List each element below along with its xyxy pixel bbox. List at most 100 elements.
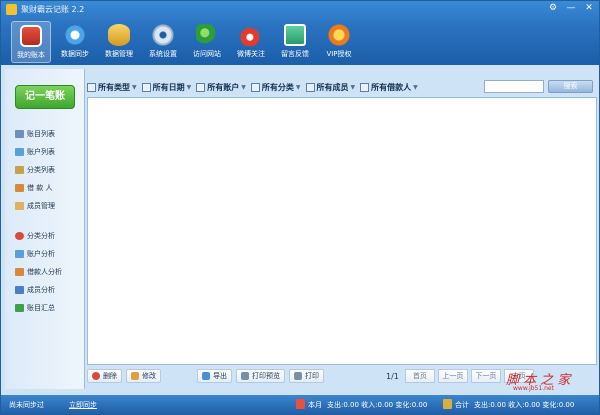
pie-chart-icon (15, 232, 24, 240)
member-icon (15, 202, 24, 210)
sidebar-item-category-analysis[interactable]: 分类分析 (5, 227, 85, 245)
summary-icon (15, 304, 24, 312)
gear-icon (152, 24, 174, 46)
sidebar-item-label: 账户列表 (27, 148, 55, 156)
edit-icon (131, 372, 139, 380)
sidebar-item-borrower-analysis[interactable]: 借款人分析 (5, 263, 85, 281)
filter-label: 所有类型 (98, 82, 130, 92)
printer-icon (294, 372, 302, 380)
sidebar-item-label: 账户分析 (27, 250, 55, 258)
toolbar-vip-license[interactable]: VIP授权 (319, 21, 359, 63)
filter-category-dropdown[interactable]: 所有分类 ▼ (250, 80, 301, 94)
search-input[interactable] (484, 80, 544, 93)
record-entry-button[interactable]: 记一笔账 (15, 85, 75, 109)
status-bar: 尚未同步过 立即同步 本月 支出:0.00 收入:0.00 变化:0.00 合计… (1, 395, 599, 414)
toolbar-label: 数据同步 (61, 50, 89, 58)
month-label: 本月 (308, 401, 322, 409)
chevron-down-icon: ▼ (295, 83, 301, 91)
entries-list[interactable] (87, 97, 597, 365)
sidebar-item-label: 借 款 人 (27, 184, 53, 192)
toolbar-data-sync[interactable]: 数据同步 (55, 21, 95, 63)
type-icon (87, 82, 96, 92)
sidebar-analysis-group: 分类分析 账户分析 借款人分析 成员分析 账目汇总 (5, 227, 85, 317)
watermark-url: www.jb51.net (513, 385, 554, 392)
borrower-chart-icon (15, 268, 24, 276)
sync-icon (64, 24, 86, 46)
ledger-icon (20, 25, 42, 47)
toolbar-visit-website[interactable]: 访问网站 (187, 21, 227, 63)
export-icon (202, 372, 210, 380)
button-label: 修改 (142, 372, 156, 380)
filter-label: 所有账户 (207, 82, 240, 92)
borrower-icon (360, 82, 370, 92)
print-preview-button[interactable]: 打印预览 (236, 369, 285, 383)
filter-account-dropdown[interactable]: 所有账户 ▼ (196, 80, 246, 94)
database-icon (108, 24, 130, 46)
weibo-icon (240, 24, 262, 46)
chevron-down-icon: ▼ (350, 83, 356, 91)
filter-borrower-dropdown[interactable]: 所有借款人 ▼ (360, 80, 418, 94)
button-label: 导出 (213, 372, 227, 380)
skin-settings-icon[interactable]: ⚙ (547, 3, 559, 14)
message-icon (284, 24, 306, 46)
month-summary: 支出:0.00 收入:0.00 变化:0.00 (327, 401, 428, 409)
toolbar-data-manage[interactable]: 数据管理 (99, 21, 139, 63)
edit-button[interactable]: 修改 (126, 369, 161, 383)
sidebar-item-borrowers[interactable]: 借 款 人 (5, 179, 85, 197)
chevron-down-icon: ▼ (413, 83, 418, 91)
button-label: 打印预览 (252, 372, 280, 380)
sidebar-item-label: 借款人分析 (27, 268, 62, 276)
toolbar-label: VIP授权 (326, 50, 352, 58)
sidebar-item-accounts[interactable]: 账户列表 (5, 143, 85, 161)
sidebar-item-member-analysis[interactable]: 成员分析 (5, 281, 85, 299)
export-button[interactable]: 导出 (197, 369, 232, 383)
first-page-button[interactable]: 首页 (404, 369, 435, 383)
filter-label: 所有成员 (316, 82, 349, 92)
total-label: 合计 (455, 401, 469, 409)
toolbar-label: 数据管理 (105, 50, 133, 58)
sidebar-item-entries[interactable]: 账目列表 (5, 125, 85, 143)
toolbar-label: 访问网站 (193, 50, 221, 58)
sidebar: 记一笔账 账目列表 账户列表 分类列表 借 款 人 成员管理 分类分析 账户分析… (5, 69, 85, 389)
next-page-button[interactable]: 下一页 (470, 369, 501, 383)
chevron-down-icon: ▼ (186, 83, 192, 91)
toolbar-label: 留言反馈 (281, 50, 309, 58)
sidebar-item-account-analysis[interactable]: 账户分析 (5, 245, 85, 263)
filter-type-dropdown[interactable]: 所有类型 ▼ (87, 80, 137, 94)
minimize-icon[interactable]: — (565, 3, 577, 14)
sidebar-item-categories[interactable]: 分类列表 (5, 161, 85, 179)
toolbar-my-ledger[interactable]: 我的账本 (11, 21, 51, 63)
sidebar-item-label: 账目汇总 (27, 304, 55, 312)
toolbar-system-settings[interactable]: 系统设置 (143, 21, 183, 63)
chevron-down-icon: ▼ (132, 83, 137, 91)
toolbar-weibo-follow[interactable]: 微博关注 (231, 21, 271, 63)
globe-icon (196, 24, 218, 46)
print-button[interactable]: 打印 (289, 369, 324, 383)
main-toolbar: 我的账本 数据同步 数据管理 系统设置 访问网站 微博关注 留言反馈 VIP授权 (11, 21, 363, 63)
account-icon (15, 148, 24, 156)
filter-member-dropdown[interactable]: 所有成员 ▼ (305, 80, 356, 94)
sidebar-item-summary[interactable]: 账目汇总 (5, 299, 85, 317)
account-icon (196, 82, 206, 92)
close-icon[interactable]: ✕ (583, 3, 595, 14)
sidebar-item-label: 分类分析 (27, 232, 55, 240)
sidebar-item-label: 成员分析 (27, 286, 55, 294)
page-indicator: 1/1 (386, 371, 399, 381)
borrower-icon (15, 184, 24, 192)
toolbar-label: 我的账本 (17, 51, 45, 59)
delete-button[interactable]: 删除 (87, 369, 122, 383)
app-logo-icon (6, 4, 17, 15)
sidebar-item-members[interactable]: 成员管理 (5, 197, 85, 215)
app-window: 聚财霸云记账 2.2 ⚙ — ✕ 我的账本 数据同步 数据管理 系统设置 访问网… (0, 0, 600, 415)
total-icon (443, 399, 452, 409)
toolbar-feedback[interactable]: 留言反馈 (275, 21, 315, 63)
prev-page-button[interactable]: 上一页 (437, 369, 468, 383)
sync-now-link[interactable]: 立即同步 (69, 400, 97, 410)
search-button[interactable]: 搜索 (548, 80, 593, 93)
filter-label: 所有分类 (261, 82, 294, 92)
sidebar-lists-group: 账目列表 账户列表 分类列表 借 款 人 成员管理 (5, 125, 85, 215)
calendar-icon (141, 82, 151, 92)
filter-label: 所有日期 (152, 82, 185, 92)
filter-date-dropdown[interactable]: 所有日期 ▼ (141, 80, 192, 94)
member-icon (305, 82, 315, 92)
